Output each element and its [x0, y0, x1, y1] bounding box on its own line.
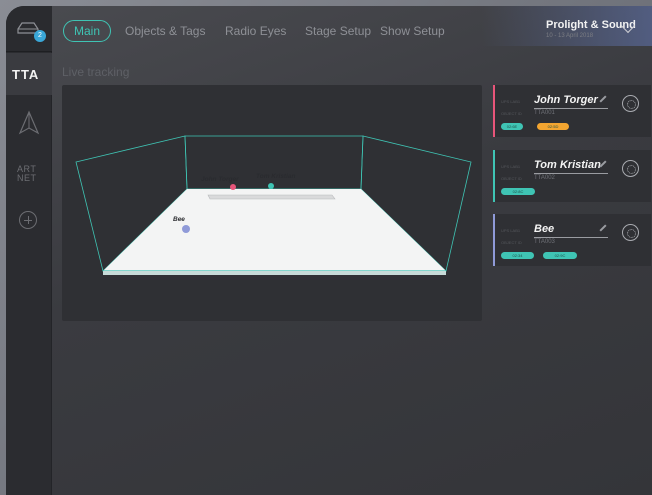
- card-label: UPS LAB1: [501, 99, 521, 104]
- card-accent-bar: [493, 150, 495, 202]
- card-accent-bar: [493, 214, 495, 266]
- pencil-icon[interactable]: [599, 224, 607, 232]
- marker-bee-dot: [182, 225, 190, 233]
- tracker-card[interactable]: UPS LAB1 OBJECT ID John Torger TTA001 02…: [493, 85, 651, 137]
- sidebar-item-navigation[interactable]: [6, 102, 52, 144]
- plus-icon: [19, 211, 37, 229]
- tab-stage-setup[interactable]: Stage Setup: [305, 20, 371, 42]
- stage-platform: [207, 194, 336, 200]
- card-object-name[interactable]: John Torger: [534, 94, 598, 106]
- stage-3d-canvas: John Torger Tom Kristian Bee: [75, 135, 472, 275]
- artnet-line-2: NET: [17, 173, 37, 183]
- card-label: OBJECT ID: [501, 240, 522, 245]
- card-object-name[interactable]: Bee: [534, 223, 554, 235]
- app-window: 2 TTA ART NET Main Objects & Tags Radio …: [6, 6, 652, 495]
- marker-tom-label: Tom Kristian: [256, 173, 296, 180]
- stage-floor: [103, 189, 446, 271]
- card-object-id: TTA003: [534, 239, 555, 245]
- sidebar-tag-button[interactable]: 2: [6, 6, 52, 52]
- card-label: OBJECT ID: [501, 176, 522, 181]
- sidebar-item-tta[interactable]: TTA: [6, 53, 52, 95]
- tag-pill[interactable]: 02:5D: [537, 123, 569, 130]
- tab-show-setup[interactable]: Show Setup: [380, 20, 445, 42]
- tracker-card[interactable]: UPS LAB1 OBJECT ID Tom Kristian TTA002 0…: [493, 150, 651, 202]
- tag-pill[interactable]: 02:8C: [501, 188, 535, 195]
- gear-icon[interactable]: [622, 224, 639, 241]
- card-object-id: TTA002: [534, 175, 555, 181]
- notification-badge: 2: [34, 30, 46, 42]
- sidebar-add-button[interactable]: [6, 202, 52, 244]
- card-name-underline: [534, 237, 608, 238]
- gear-icon[interactable]: [622, 95, 639, 112]
- page-title: Live tracking: [62, 65, 130, 79]
- pencil-icon[interactable]: [599, 95, 607, 103]
- marker-john-label: John Torger: [201, 176, 239, 183]
- card-accent-bar: [493, 85, 495, 137]
- card-name-underline: [534, 108, 608, 109]
- tab-objects-tags[interactable]: Objects & Tags: [125, 20, 205, 42]
- card-label: UPS LAB1: [501, 228, 521, 233]
- navigation-arrow-icon: [18, 110, 40, 135]
- sidebar-item-artnet[interactable]: ART NET: [6, 156, 52, 198]
- card-label: OBJECT ID: [501, 111, 522, 116]
- marker-bee-label: Bee: [173, 216, 185, 223]
- card-name-underline: [534, 173, 608, 174]
- tag-pill[interactable]: 02:9C: [543, 252, 577, 259]
- card-object-id: TTA001: [534, 110, 555, 116]
- tag-pill[interactable]: 02:6E: [501, 123, 523, 130]
- artnet-logo: ART NET: [17, 165, 37, 183]
- card-label: UPS LAB1: [501, 164, 521, 169]
- sidebar: 2 TTA ART NET: [6, 6, 52, 495]
- gear-icon[interactable]: [622, 160, 639, 177]
- stage-view[interactable]: John Torger Tom Kristian Bee: [62, 85, 482, 321]
- marker-john-dot: [230, 184, 236, 190]
- tracker-card[interactable]: UPS LAB1 OBJECT ID Bee TTA003 02:34 02:9…: [493, 214, 651, 266]
- tab-radio-eyes[interactable]: Radio Eyes: [225, 20, 286, 42]
- marker-tom-dot: [268, 183, 274, 189]
- stage-floor-front: [103, 271, 446, 275]
- tab-main[interactable]: Main: [63, 20, 112, 42]
- card-object-name[interactable]: Tom Kristian: [534, 159, 601, 171]
- event-date: 10 - 13 April 2018: [546, 33, 594, 39]
- tag-pill[interactable]: 02:34: [501, 252, 534, 259]
- tta-logo: TTA: [12, 67, 40, 82]
